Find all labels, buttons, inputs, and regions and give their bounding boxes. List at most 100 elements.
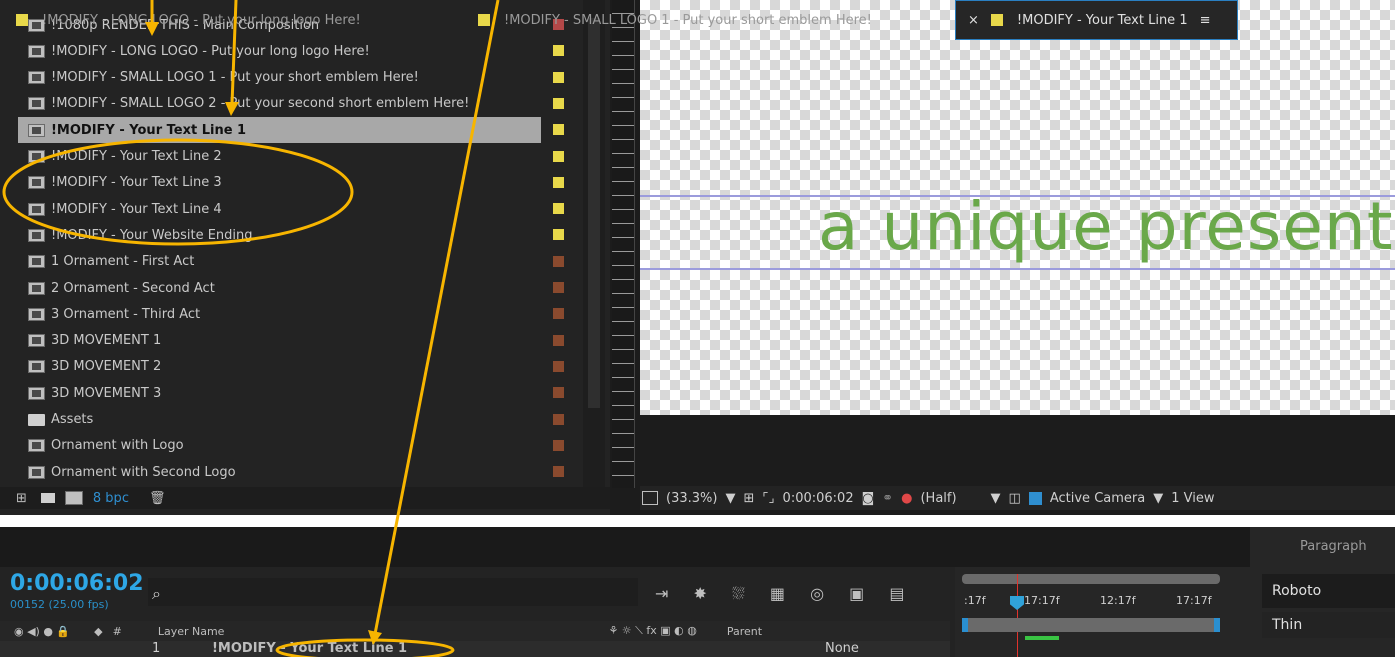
viewer-timecode[interactable]: 0:00:06:02: [783, 491, 854, 506]
label-color-swatch[interactable]: [553, 360, 564, 372]
time-navigator[interactable]: [962, 618, 1220, 632]
timeline-tool-icons[interactable]: ⇥ ✸ ⛆ ▦ ◎ ▣ ▤: [655, 584, 914, 604]
label-color-swatch[interactable]: [553, 466, 564, 478]
label-color-swatch[interactable]: [553, 97, 564, 109]
folder-icon: [28, 413, 45, 426]
scrollbar-thumb[interactable]: [588, 18, 600, 408]
label-color-swatch[interactable]: [553, 334, 564, 346]
layer-parent[interactable]: None: [825, 641, 859, 656]
project-scrollbar[interactable]: [583, 0, 605, 490]
label-color-swatch[interactable]: [553, 124, 564, 136]
tab-long-logo[interactable]: !MODIFY - LONG LOGO - Put your long logo…: [0, 0, 440, 40]
composition-icon: [28, 360, 45, 374]
project-item-label: 2 Ornament - Second Act: [51, 280, 215, 296]
label-color-swatch[interactable]: [553, 71, 564, 83]
chevron-down-icon[interactable]: ▼: [725, 491, 735, 506]
label-color-swatch[interactable]: [553, 282, 564, 293]
safe-zones-icon[interactable]: ⊞: [743, 491, 754, 506]
composition-icon: [28, 176, 45, 190]
project-item[interactable]: 3D MOVEMENT 1: [18, 328, 558, 354]
project-item[interactable]: !MODIFY - LONG LOGO - Put your long logo…: [18, 38, 558, 64]
flowchart-icon[interactable]: ⊞: [16, 491, 27, 506]
layer-duration-bar[interactable]: [1025, 636, 1059, 640]
project-item[interactable]: 3 Ornament - Third Act: [18, 301, 558, 327]
views-select[interactable]: 1 View: [1171, 491, 1214, 506]
tab-menu-icon[interactable]: ≡: [1200, 13, 1211, 28]
mask-icon[interactable]: ⌜⌟: [762, 491, 774, 506]
snapshot-icon[interactable]: ◙: [862, 491, 875, 506]
project-item[interactable]: Ornament with Second Logo: [18, 459, 558, 485]
project-item[interactable]: !MODIFY - Your Text Line 2: [18, 144, 558, 170]
trash-icon[interactable]: 🗑: [149, 491, 166, 506]
label-color-swatch[interactable]: [553, 150, 564, 162]
tab-label: !MODIFY - SMALL LOGO 1 - Put your short …: [504, 12, 872, 28]
project-item[interactable]: 2 Ornament - Second Act: [18, 275, 558, 301]
playhead-line[interactable]: [1017, 574, 1018, 657]
project-item[interactable]: !MODIFY - SMALL LOGO 1 - Put your short …: [18, 65, 558, 91]
project-item-label: 3D MOVEMENT 1: [51, 333, 162, 349]
project-item[interactable]: Assets: [18, 407, 558, 433]
column-layer-name[interactable]: Layer Name: [158, 625, 225, 638]
label-color-swatch[interactable]: [553, 255, 564, 267]
tab-text-line-1[interactable]: × !MODIFY - Your Text Line 1 ≡: [955, 0, 1238, 40]
close-icon[interactable]: ×: [968, 13, 979, 28]
project-item[interactable]: 1 Ornament - First Act: [18, 249, 558, 275]
tab-small-logo[interactable]: !MODIFY - SMALL LOGO 1 - Put your short …: [478, 0, 953, 40]
label-color-swatch[interactable]: [553, 413, 564, 425]
composition-icon: [28, 465, 45, 479]
label-color-swatch[interactable]: [553, 176, 564, 188]
project-item-label: 3 Ornament - Third Act: [51, 306, 201, 322]
layer-header-row: ◉ ◀) ● 🔒 ◆ # Layer Name ⚘ ☼ ⟍ fx ▣ ◐ ◍ P…: [0, 621, 950, 641]
layer-name[interactable]: !MODIFY - Your Text Line 1: [212, 641, 407, 656]
camera-select[interactable]: Active Camera: [1050, 491, 1145, 506]
region-icon[interactable]: [642, 491, 658, 505]
label-color-swatch[interactable]: [553, 439, 564, 451]
font-style-select[interactable]: Thin: [1262, 612, 1395, 638]
font-family-select[interactable]: Roboto: [1262, 574, 1395, 608]
project-footer: ⊞ 8 bpc 🗑: [0, 487, 610, 509]
zoom-level[interactable]: (33.3%): [666, 491, 717, 506]
layer-row[interactable]: 1 !MODIFY - Your Text Line 1 None: [0, 641, 950, 657]
label-color-swatch[interactable]: [553, 203, 564, 215]
current-time[interactable]: 0:00:06:02: [10, 571, 144, 596]
project-item-label: !MODIFY - LONG LOGO - Put your long logo…: [51, 43, 370, 59]
label-color-swatch[interactable]: [553, 308, 564, 320]
search-icon: ⌕: [152, 584, 161, 603]
project-item-label: !MODIFY - SMALL LOGO 2 - Put your second…: [51, 96, 470, 112]
tick-label: 17:17f: [1024, 594, 1060, 607]
project-item[interactable]: !MODIFY - Your Website Ending: [18, 222, 558, 248]
project-item[interactable]: !MODIFY - SMALL LOGO 2 - Put your second…: [18, 91, 558, 117]
resolution-chevron-icon[interactable]: ▼: [991, 491, 1001, 506]
project-item[interactable]: !MODIFY - Your Text Line 1: [18, 117, 541, 144]
resolution-select[interactable]: (Half): [920, 491, 956, 506]
label-color-swatch[interactable]: [553, 45, 564, 57]
transparency-grid-icon[interactable]: [1028, 491, 1042, 505]
switches-icons: ⚘ ☼ ⟍ fx ▣ ◐ ◍: [608, 624, 697, 637]
vertical-ruler: [612, 0, 635, 488]
project-item[interactable]: 3D MOVEMENT 3: [18, 380, 558, 406]
roi-icon[interactable]: ◫: [1009, 491, 1021, 506]
channels-icon[interactable]: ●: [901, 491, 912, 506]
project-item[interactable]: !MODIFY - Your Text Line 4: [18, 196, 558, 222]
new-comp-icon[interactable]: [64, 491, 83, 505]
guide-line-bottom[interactable]: [640, 268, 1395, 270]
bit-depth-label[interactable]: 8 bpc: [93, 491, 129, 506]
show-snapshot-icon[interactable]: ⚭: [882, 491, 893, 506]
comp-color-swatch: [16, 14, 28, 26]
folder-icon[interactable]: [40, 493, 55, 503]
label-color-swatch[interactable]: [553, 229, 564, 241]
project-item[interactable]: 3D MOVEMENT 2: [18, 354, 558, 380]
tab-paragraph[interactable]: Paragraph: [1300, 539, 1367, 554]
label-color-swatch[interactable]: [553, 387, 564, 399]
composition-text[interactable]: a unique present: [818, 188, 1394, 265]
timeline-search-input[interactable]: [148, 578, 638, 606]
camera-chevron-icon[interactable]: ▼: [1153, 491, 1163, 506]
project-item[interactable]: Ornament with Logo: [18, 433, 558, 459]
work-area-bar[interactable]: [962, 574, 1220, 584]
column-parent[interactable]: Parent: [727, 625, 762, 638]
project-item-label: 3D MOVEMENT 3: [51, 385, 162, 401]
comp-color-swatch: [990, 14, 1003, 26]
tab-label: !MODIFY - Your Text Line 1: [1016, 12, 1188, 28]
project-item-label: Ornament with Second Logo: [51, 464, 236, 480]
project-item[interactable]: !MODIFY - Your Text Line 3: [18, 170, 558, 196]
